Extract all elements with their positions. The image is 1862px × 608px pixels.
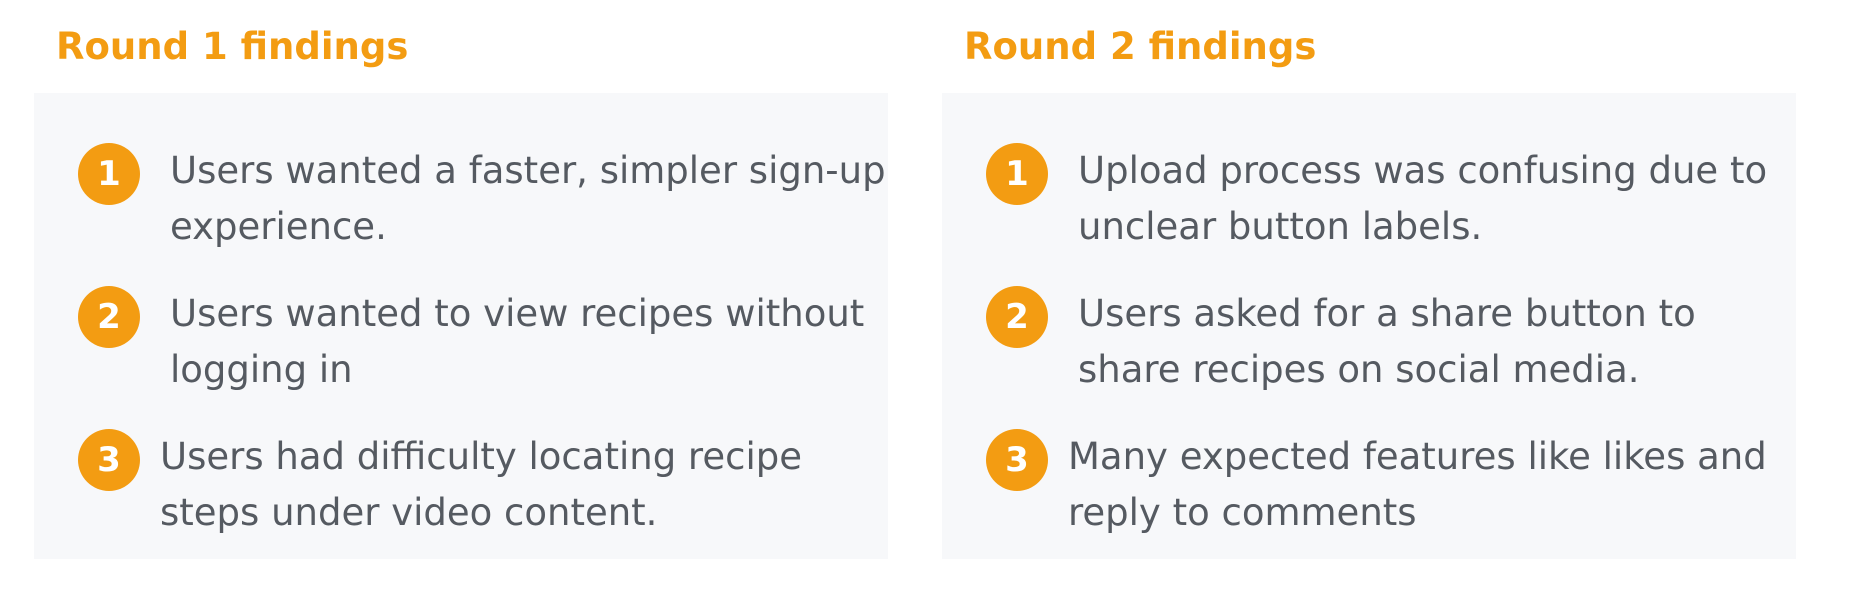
- finding-text: Users asked for a share button to share …: [1078, 292, 1696, 391]
- round-2-heading: Round 2 findings: [964, 25, 1317, 68]
- number-badge: 1: [78, 143, 140, 205]
- finding-text: Many expected features like likes and re…: [1068, 435, 1767, 534]
- number-badge: 3: [78, 429, 140, 491]
- finding-text: Users wanted a faster, simpler sign-up e…: [170, 149, 886, 248]
- finding-text: Upload process was confusing due to uncl…: [1078, 149, 1768, 248]
- round-2-findings-panel: 1 Upload process was confusing due to un…: [942, 93, 1796, 559]
- round-1-heading: Round 1 findings: [56, 25, 409, 68]
- number-badge: 2: [986, 286, 1048, 348]
- finding-text: Users had difficulty locating recipe ste…: [160, 435, 802, 534]
- number-badge: 2: [78, 286, 140, 348]
- finding-text: Users wanted to view recipes without log…: [170, 292, 865, 391]
- round-1-findings-panel: 1 Users wanted a faster, simpler sign-up…: [34, 93, 888, 559]
- number-badge: 3: [986, 429, 1048, 491]
- number-badge: 1: [986, 143, 1048, 205]
